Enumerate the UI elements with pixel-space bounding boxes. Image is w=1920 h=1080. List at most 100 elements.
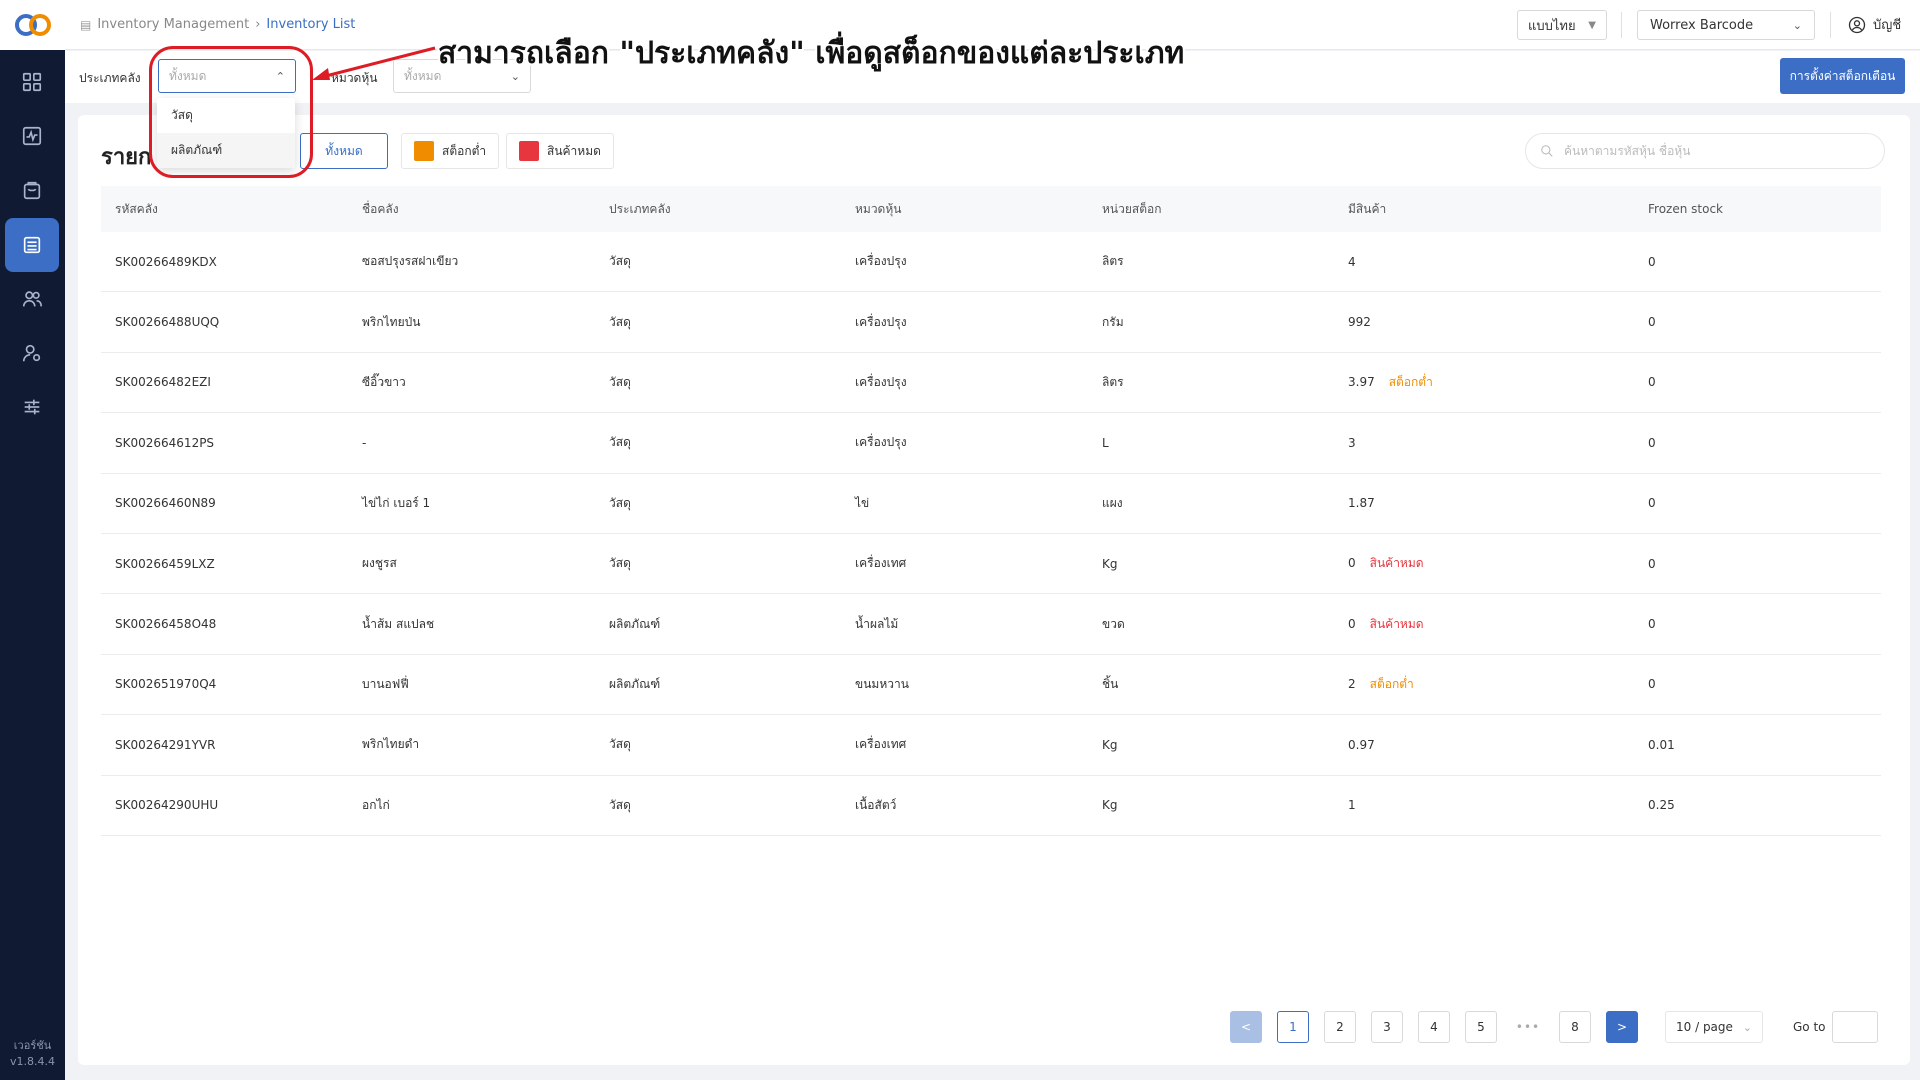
app-logo[interactable] <box>0 0 65 50</box>
cell-type: วัสดุ <box>609 797 631 812</box>
breadcrumb-item-inventory-list: Inventory List <box>266 17 356 32</box>
column-header-name[interactable]: ชื่อคลัง <box>348 200 595 219</box>
version-label: เวอร์ชัน <box>13 1039 52 1052</box>
version-info: เวอร์ชัน v1.8.4.4 <box>0 1038 65 1070</box>
store-value: Worrex Barcode <box>1650 17 1754 33</box>
cell-name: อกไก่ <box>362 797 390 812</box>
quantity-value: 992 <box>1348 315 1371 330</box>
nav-reports[interactable] <box>5 109 59 163</box>
column-header-frozen[interactable]: Frozen stock <box>1634 202 1881 216</box>
cell-quantity: 3 <box>1334 436 1634 450</box>
store-select[interactable]: Worrex Barcode ⌄ <box>1637 10 1815 40</box>
nav-dashboard[interactable] <box>5 55 59 109</box>
table-row[interactable]: SK00266459LXZ ผงชูรส วัสดุ เครื่องเทศ Kg 0 สิน… <box>101 534 1881 595</box>
cell-code: SK00266459LXZ <box>115 556 215 571</box>
language-select[interactable]: แบบไทย ▼ <box>1517 10 1607 40</box>
table-row[interactable]: SK00264290UHU อกไก่ วัสดุ เนื้อสัตว์ Kg 1 0.25 <box>101 776 1881 836</box>
cell-frozen: 0 <box>1648 254 1656 269</box>
page-button-5[interactable]: 5 <box>1465 1011 1497 1043</box>
header-divider <box>1621 12 1622 38</box>
out-of-stock-swatch <box>519 141 539 161</box>
nav-inventory[interactable] <box>5 218 59 272</box>
users-icon <box>22 291 42 307</box>
column-header-type[interactable]: ประเภทคลัง <box>595 200 841 219</box>
annotation-circle <box>149 46 313 178</box>
cell-category: เครื่องเทศ <box>855 556 907 571</box>
cell-unit: L <box>1102 435 1109 450</box>
page-button-8[interactable]: 8 <box>1559 1011 1591 1043</box>
cell-unit: ลิตร <box>1102 374 1124 389</box>
cell-unit: ลิตร <box>1102 254 1124 269</box>
low-stock-swatch <box>414 141 434 161</box>
chevron-down-icon: ⌄ <box>1742 1020 1752 1034</box>
page-button-1[interactable]: 1 <box>1277 1011 1309 1043</box>
nav-customers[interactable] <box>5 272 59 326</box>
cell-frozen: 0 <box>1648 677 1656 692</box>
cell-category: เครื่องปรุง <box>855 435 907 450</box>
page-size-value: 10 / page <box>1676 1020 1733 1034</box>
prev-page-button[interactable]: < <box>1230 1011 1262 1043</box>
cell-type: วัสดุ <box>609 495 631 510</box>
cell-category: เครื่องปรุง <box>855 314 907 329</box>
status-badge: สินค้าหมด <box>1369 556 1424 571</box>
cell-name: ผงชูรส <box>362 556 397 571</box>
account-menu[interactable]: บัญชี <box>1847 14 1901 35</box>
column-header-code[interactable]: รหัสคลัง <box>101 200 348 219</box>
table-row[interactable]: SK00266488UQQ พริกไทยป่น วัสดุ เครื่องปรุง ก… <box>101 292 1881 353</box>
table-row[interactable]: SK002651970Q4 บานอฟฟี่ ผลิตภัณฑ์ ขนมหวาน ชิ้… <box>101 655 1881 716</box>
quantity-value: 0 <box>1348 616 1356 631</box>
cell-unit: Kg <box>1102 737 1118 752</box>
chevron-down-icon: ⌄ <box>1792 18 1802 32</box>
nav-settings[interactable] <box>5 380 59 434</box>
column-header-category[interactable]: หมวดหุ้น <box>841 200 1088 219</box>
page-button-3[interactable]: 3 <box>1371 1011 1403 1043</box>
pagination-ellipsis[interactable]: ••• <box>1512 1011 1544 1043</box>
stock-alert-settings-button[interactable]: การตั้งค่าสต็อกเตือน <box>1780 58 1905 94</box>
cell-frozen: 0 <box>1648 556 1656 571</box>
warehouse-type-label: ประเภทคลัง <box>79 71 141 85</box>
page-size-select[interactable]: 10 / page ⌄ <box>1665 1011 1763 1043</box>
nav-orders[interactable] <box>5 163 59 217</box>
cell-name: น้ำส้ม สแปลช <box>362 616 435 631</box>
page-button-4[interactable]: 4 <box>1418 1011 1450 1043</box>
table-row[interactable]: SK002664612PS - วัสดุ เครื่องปรุง L 3 0 <box>101 413 1881 474</box>
breadcrumb-separator: › <box>255 17 261 32</box>
table-row[interactable]: SK00266460N89 ไข่ไก่ เบอร์ 1 วัสดุ ไข่ แผง 1.… <box>101 474 1881 534</box>
next-page-button[interactable]: > <box>1606 1011 1638 1043</box>
legend-filter-out-of-stock[interactable]: สินค้าหมด <box>506 133 614 169</box>
breadcrumb-item-inventory-management[interactable]: Inventory Management <box>97 17 249 32</box>
table-row[interactable]: SK00266489KDX ซอสปรุงรสฝาเขียว วัสดุ เครื่อ… <box>101 232 1881 293</box>
calendar-icon: ▤ <box>80 17 92 32</box>
cell-frozen: 0.01 <box>1648 737 1675 752</box>
legend-filter-all[interactable]: ทั้งหมด <box>300 133 388 169</box>
cell-name: พริกไทยดำ <box>362 737 420 752</box>
quantity-value: 2 <box>1348 676 1356 691</box>
cell-unit: Kg <box>1102 556 1118 571</box>
cell-code: SK00266482EZI <box>115 375 211 390</box>
quantity-value: 1 <box>1348 798 1356 813</box>
cell-category: เครื่องปรุง <box>855 374 907 389</box>
cell-code: SK00264291YVR <box>115 737 216 752</box>
table-row[interactable]: SK00266482EZI ซีอิ๊วขาว วัสดุ เครื่องปรุง ลิ… <box>101 353 1881 414</box>
goto-page-input[interactable] <box>1832 1011 1878 1043</box>
cell-type: ผลิตภัณฑ์ <box>609 676 661 691</box>
header-divider <box>1830 12 1831 38</box>
table-row[interactable]: SK00266458O48 น้ำส้ม สแปลช ผลิตภัณฑ์ น้ำผลไ… <box>101 594 1881 655</box>
bag-icon <box>23 181 41 200</box>
cell-type: วัสดุ <box>609 314 631 329</box>
cell-code: SK002664612PS <box>115 435 215 450</box>
column-header-unit[interactable]: หน่วยสต็อก <box>1088 200 1334 219</box>
legend-low-label: สต็อกต่ำ <box>442 143 487 158</box>
table-row[interactable]: SK00264291YVR พริกไทยดำ วัสดุ เครื่องเทศ Kg 0… <box>101 715 1881 776</box>
cell-category: น้ำผลไม้ <box>855 616 899 631</box>
quantity-value: 0.97 <box>1348 737 1375 752</box>
quantity-value: 1.87 <box>1348 496 1375 511</box>
annotation-text: สามารถเลือก "ประเภทคลัง" เพื่อดูสต็อกของ… <box>438 36 1185 71</box>
page-button-2[interactable]: 2 <box>1324 1011 1356 1043</box>
search-input[interactable]: ค้นหาตามรหัสหุ้น ชื่อหุ้น <box>1525 133 1885 169</box>
cell-code: SK00266460N89 <box>115 496 216 511</box>
cell-code: SK002651970Q4 <box>115 677 217 692</box>
nav-staff[interactable] <box>5 326 59 380</box>
legend-filter-low-stock[interactable]: สต็อกต่ำ <box>401 133 500 169</box>
column-header-quantity[interactable]: มีสินค้า <box>1334 200 1634 219</box>
